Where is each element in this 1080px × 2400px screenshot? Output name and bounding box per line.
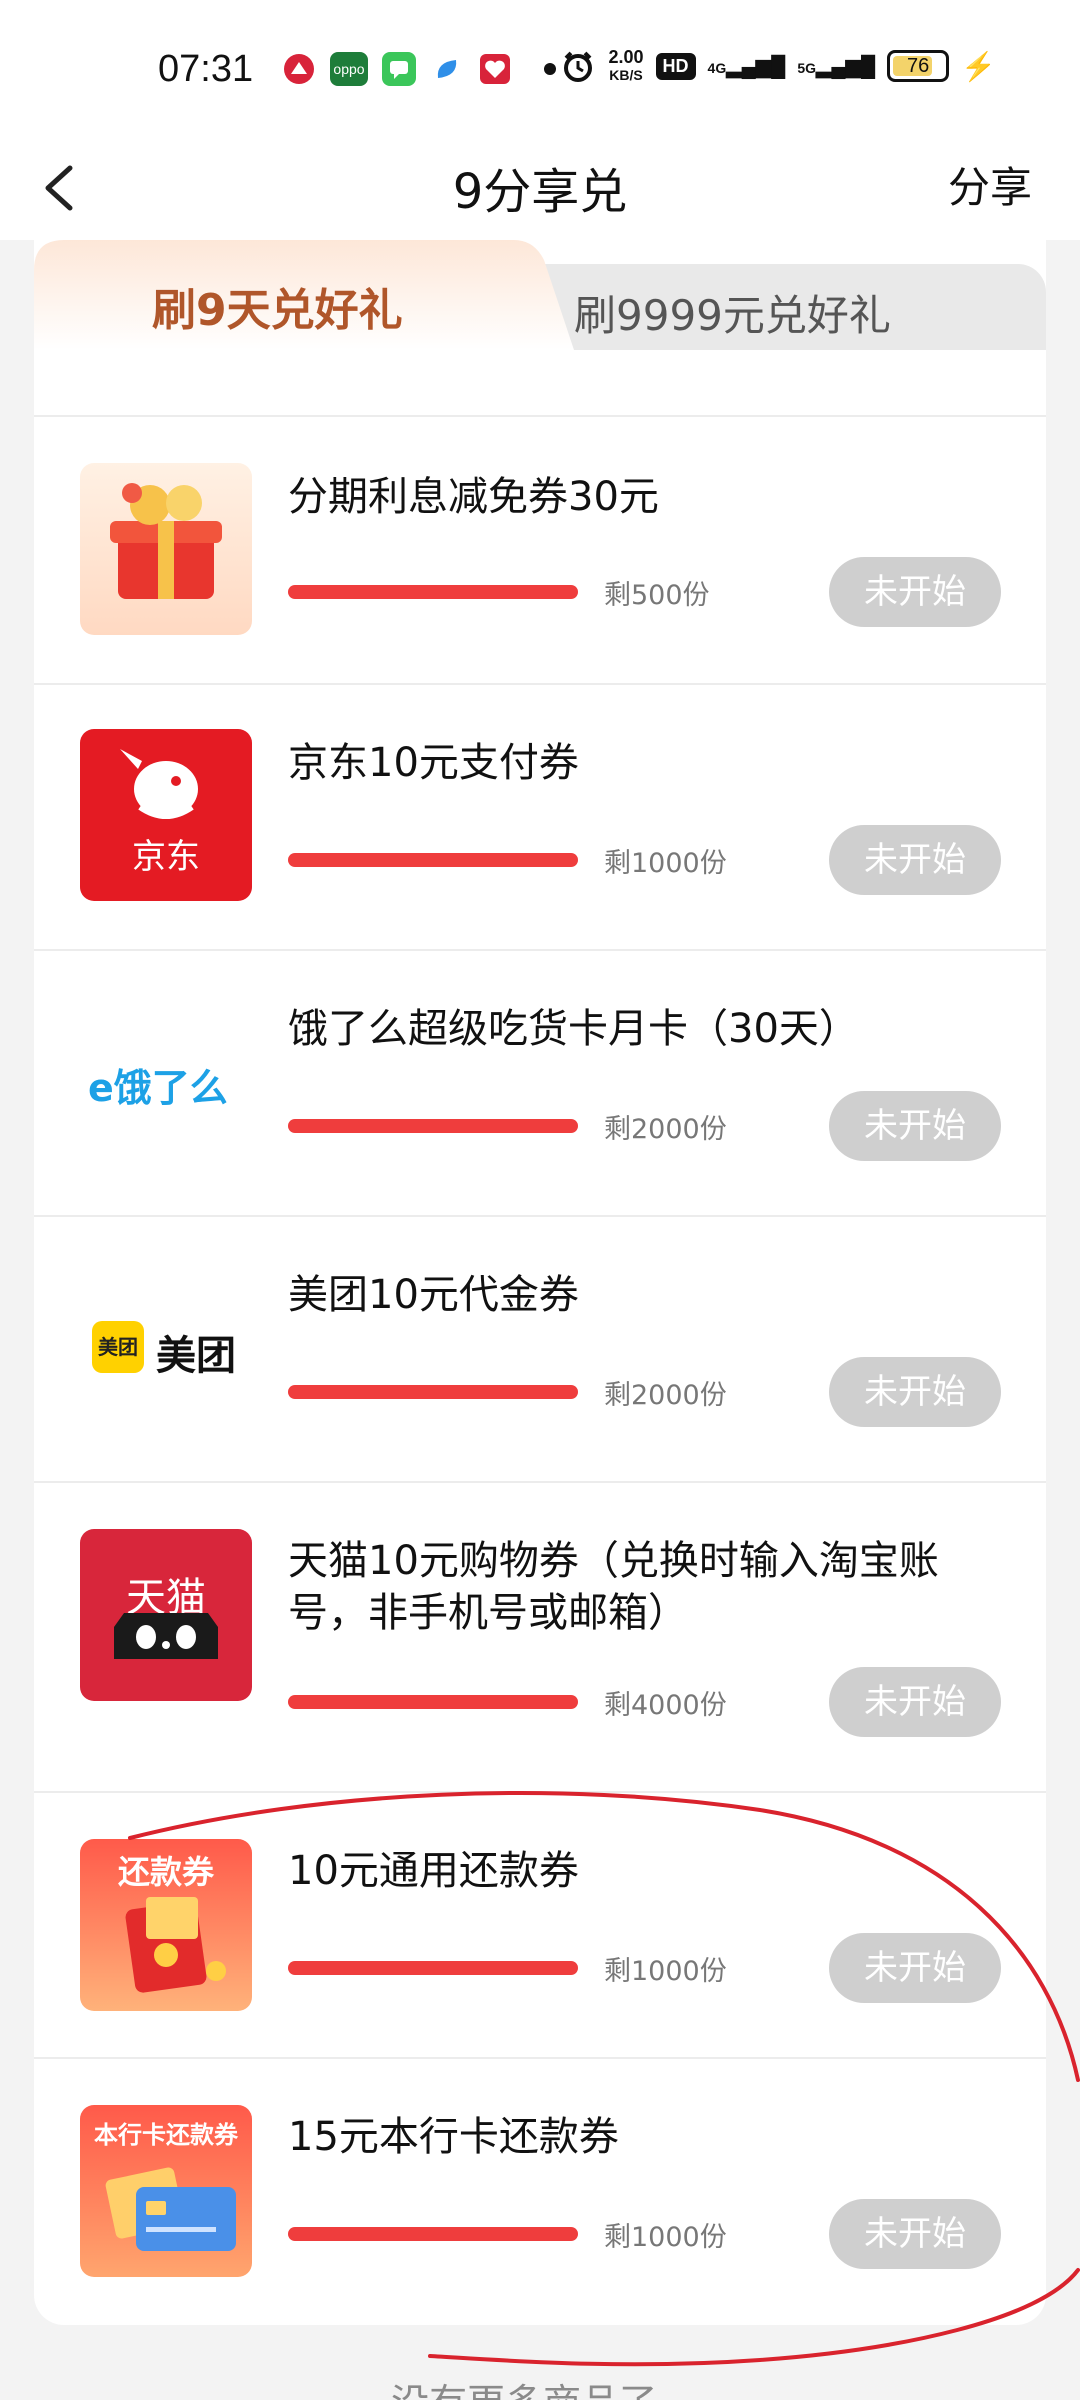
status-right: 2.00 KB/S HD 4G▂▄▆█ 5G▂▄▆█ 76 ⚡ (560, 48, 996, 84)
remaining-count: 剩1000份 (604, 2222, 727, 2253)
remaining-count: 剩500份 (604, 580, 710, 611)
list-item: 美团 美团 美团10元代金券 剩2000份 未开始 (34, 1215, 1046, 1481)
network-speed: 2.00 KB/S (608, 48, 643, 84)
heart-app-icon (478, 52, 512, 86)
charging-bolt-icon: ⚡ (961, 50, 996, 82)
progress-bar (288, 1961, 578, 1975)
content-panel: 刷9999元兑好礼 刷9天兑好礼 分期利息减免券30元 剩500份 未开始 京东… (34, 240, 1046, 2325)
remaining-count: 剩2000份 (604, 1380, 727, 1411)
signal-4g-icon: 4G▂▄▆█ (707, 55, 786, 78)
progress-bar (288, 1385, 578, 1399)
remaining-count: 剩1000份 (604, 848, 727, 879)
speed-value: 2.00 (608, 47, 644, 67)
battery-level: 76 (907, 54, 930, 77)
item-title: 京东10元支付券 (288, 740, 579, 786)
remaining-count: 剩4000份 (604, 1690, 727, 1721)
repay-coupon-icon: 还款券 (80, 1839, 252, 2011)
remaining-count: 剩2000份 (604, 1114, 727, 1145)
status-time: 07:31 (158, 48, 254, 90)
alarm-icon (564, 51, 593, 82)
tab-9-days-label[interactable]: 刷9天兑好礼 (152, 274, 403, 338)
tab-bar: 刷9999元兑好礼 刷9天兑好礼 (34, 240, 1046, 350)
speed-unit: KB/S (609, 67, 643, 83)
tab-9999-yuan-label[interactable]: 刷9999元兑好礼 (574, 282, 891, 343)
list-item: 天猫 天猫10元购物券（兑换时输入淘宝账号，非手机号或邮箱） 剩4000份 未开… (34, 1481, 1046, 1791)
not-started-button[interactable]: 未开始 (829, 557, 1001, 627)
not-started-button[interactable]: 未开始 (829, 1933, 1001, 2003)
meituan-badge: 美团 (92, 1321, 144, 1373)
progress-bar (288, 853, 578, 867)
not-started-button[interactable]: 未开始 (829, 1667, 1001, 1737)
signal-5g-label: 5G (797, 59, 817, 76)
bank-card-repay-icon: 本行卡还款券 (80, 2105, 252, 2277)
progress-bar (288, 2227, 578, 2241)
message-app-icon (382, 52, 416, 86)
list-item: 京东 京东10元支付券 剩1000份 未开始 (34, 683, 1046, 949)
battery-icon: 76 (887, 50, 950, 82)
blue-app-icon (430, 52, 464, 86)
progress-bar (288, 585, 578, 599)
list-item: 分期利息减免券30元 剩500份 未开始 (34, 415, 1046, 683)
signal-5g-icon: 5G▂▄▆█ (797, 55, 876, 78)
share-button[interactable]: 分享 (948, 154, 1032, 215)
jd-logo-text: 京东 (132, 837, 200, 877)
tmall-logo-icon: 天猫 (80, 1529, 252, 1701)
item-title: 分期利息减免券30元 (288, 474, 659, 520)
item-title: 15元本行卡还款券 (288, 2114, 619, 2160)
oppo-app-icon: oppo (330, 52, 368, 86)
signal-4g-label: 4G (707, 59, 727, 76)
page-title: 9分享兑 (452, 164, 628, 220)
not-started-button[interactable]: 未开始 (829, 1357, 1001, 1427)
progress-bar (288, 1695, 578, 1709)
item-title: 美团10元代金券 (288, 1272, 579, 1318)
list-item: e饿了么 饿了么超级吃货卡月卡（30天） 剩2000份 未开始 (34, 949, 1046, 1215)
meituan-logo-text: 美团 (156, 1333, 236, 1379)
red-app-icon (282, 52, 316, 86)
remaining-count: 剩1000份 (604, 1956, 727, 1987)
navigation-bar: 9分享兑 分享 (0, 140, 1080, 240)
list-item: 本行卡还款券 15元本行卡还款券 剩1000份 未开始 (34, 2057, 1046, 2325)
more-dot-icon (544, 63, 556, 75)
meituan-logo-icon: 美团 美团 (80, 1261, 252, 1433)
item-title: 天猫10元购物券（兑换时输入淘宝账号，非手机号或邮箱） (288, 1538, 939, 1636)
hd-badge: HD (655, 52, 696, 80)
progress-bar (288, 1119, 578, 1133)
list-item: 还款券 10元通用还款券 剩1000份 未开始 (34, 1791, 1046, 2057)
jd-logo-icon: 京东 (80, 729, 252, 901)
status-bar: 07:31 oppo 2.00 KB/S HD 4G▂▄▆█ 5G▂▄▆█ 76… (0, 0, 1080, 140)
not-started-button[interactable]: 未开始 (829, 1091, 1001, 1161)
no-more-items-text: 没有更多商品了~ (0, 2372, 1080, 2400)
eleme-logo-icon: e饿了么 (80, 995, 252, 1167)
not-started-button[interactable]: 未开始 (829, 2199, 1001, 2269)
item-title: 10元通用还款券 (288, 1848, 579, 1894)
not-started-button[interactable]: 未开始 (829, 825, 1001, 895)
status-app-icons: oppo (282, 52, 556, 86)
eleme-logo-name: 饿了么 (113, 1066, 228, 1110)
item-title: 饿了么超级吃货卡月卡（30天） (288, 1006, 859, 1052)
eleme-logo-text: e饿了么 (88, 1066, 228, 1110)
gift-box-icon (80, 463, 252, 635)
